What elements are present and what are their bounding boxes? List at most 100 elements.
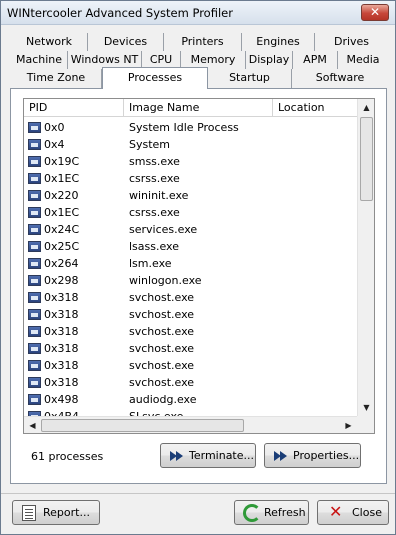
cell-pid: 0x19C — [44, 155, 80, 168]
table-row[interactable]: 0x19C smss.exe — [24, 153, 357, 170]
process-window-icon — [28, 156, 41, 167]
process-window-icon — [28, 394, 41, 405]
table-row[interactable]: 0x1EC csrss.exe — [24, 204, 357, 221]
cell-pid: 0x318 — [44, 291, 79, 304]
divider — [1, 493, 395, 494]
table-row[interactable]: 0x220 wininit.exe — [24, 187, 357, 204]
cell-pid: 0x318 — [44, 325, 79, 338]
horizontal-scroll-thumb[interactable] — [41, 419, 244, 432]
scroll-right-button[interactable]: ▶ — [340, 417, 357, 433]
process-window-icon — [28, 360, 41, 371]
tab-printers[interactable]: Printers — [164, 33, 242, 51]
process-window-icon — [28, 309, 41, 320]
cell-image-name: svchost.exe — [129, 308, 195, 321]
cell-image-name: svchost.exe — [129, 376, 195, 389]
window-close-button[interactable]: ✕ — [361, 4, 389, 21]
process-window-icon — [28, 343, 41, 354]
cell-pid: 0x1EC — [44, 206, 80, 219]
cell-image-name: smss.exe — [129, 155, 180, 168]
close-button[interactable]: ✕ Close — [317, 500, 389, 525]
tab-machine[interactable]: Machine — [11, 51, 68, 69]
table-row[interactable]: 0x318 svchost.exe — [24, 289, 357, 306]
table-row[interactable]: 0x4 System — [24, 136, 357, 153]
cell-pid: 0x1EC — [44, 172, 80, 185]
tab-display[interactable]: Display — [246, 51, 293, 69]
table-row[interactable]: 0x318 svchost.exe — [24, 323, 357, 340]
table-row[interactable]: 0x0 System Idle Process — [24, 119, 357, 136]
app-window: WINtercooler Advanced System Profiler ✕ … — [0, 0, 396, 535]
cell-pid: 0x318 — [44, 308, 79, 321]
cell-pid: 0x318 — [44, 342, 79, 355]
tab-network[interactable]: Network — [11, 33, 88, 51]
table-row[interactable]: 0x318 svchost.exe — [24, 357, 357, 374]
cell-image-name: audiodg.exe — [129, 393, 197, 406]
cell-image-name: csrss.exe — [129, 206, 180, 219]
scroll-corner — [357, 416, 374, 433]
tab-startup[interactable]: Startup — [208, 69, 292, 88]
properties-button[interactable]: Properties... — [264, 443, 361, 468]
cell-pid: 0x264 — [44, 257, 79, 270]
process-window-icon — [28, 207, 41, 218]
cell-pid: 0x498 — [44, 393, 79, 406]
table-row[interactable]: 0x1EC csrss.exe — [24, 170, 357, 187]
cell-image-name: lsass.exe — [129, 240, 179, 253]
table-row[interactable]: 0x318 svchost.exe — [24, 306, 357, 323]
column-header-location[interactable]: Location — [273, 99, 357, 117]
refresh-button[interactable]: Refresh — [234, 500, 309, 525]
cell-pid: 0x4 — [44, 138, 65, 151]
table-row[interactable]: 0x264 lsm.exe — [24, 255, 357, 272]
cell-pid: 0x24C — [44, 223, 80, 236]
column-header-pid[interactable]: PID — [24, 99, 124, 117]
terminate-button[interactable]: Terminate... — [160, 443, 256, 468]
tab-software[interactable]: Software — [292, 69, 388, 88]
vertical-scrollbar[interactable]: ▲ ▼ — [357, 99, 374, 416]
cell-pid: 0x220 — [44, 189, 79, 202]
table-row[interactable]: 0x298 winlogon.exe — [24, 272, 357, 289]
report-button[interactable]: Report... — [12, 500, 100, 525]
cell-image-name: wininit.exe — [129, 189, 189, 202]
double-arrow-icon — [274, 451, 288, 461]
cell-pid: 0x25C — [44, 240, 80, 253]
cell-image-name: System — [129, 138, 171, 151]
table-row[interactable]: 0x318 svchost.exe — [24, 374, 357, 391]
table-row[interactable]: 0x25C lsass.exe — [24, 238, 357, 255]
close-icon: ✕ — [329, 502, 343, 521]
cell-image-name: System Idle Process — [129, 121, 239, 134]
process-list[interactable]: PID Image Name Location 0x0 System Idle P… — [23, 98, 375, 434]
tab-devices[interactable]: Devices — [88, 33, 164, 51]
process-window-icon — [28, 258, 41, 269]
tab-apm[interactable]: APM — [293, 51, 338, 69]
cell-image-name: lsm.exe — [129, 257, 172, 270]
process-count: 61 processes — [31, 450, 104, 463]
properties-button-label: Properties... — [293, 449, 360, 462]
cell-pid: 0x0 — [44, 121, 65, 134]
process-window-icon — [28, 326, 41, 337]
tab-media[interactable]: Media — [338, 51, 388, 69]
table-row[interactable]: 0x498 audiodg.exe — [24, 391, 357, 408]
terminate-button-label: Terminate... — [189, 449, 255, 462]
title-bar[interactable]: WINtercooler Advanced System Profiler ✕ — [1, 1, 395, 25]
table-row[interactable]: 0x318 svchost.exe — [24, 340, 357, 357]
tab-time-zone[interactable]: Time Zone — [11, 69, 102, 88]
scroll-left-button[interactable]: ◀ — [24, 417, 41, 433]
scroll-down-button[interactable]: ▼ — [358, 399, 374, 416]
tab-engines[interactable]: Engines — [242, 33, 315, 51]
process-window-icon — [28, 292, 41, 303]
cell-image-name: services.exe — [129, 223, 198, 236]
process-window-icon — [28, 224, 41, 235]
cell-image-name: svchost.exe — [129, 291, 195, 304]
tab-drives[interactable]: Drives — [315, 33, 388, 51]
scroll-up-button[interactable]: ▲ — [358, 99, 374, 116]
cell-image-name: svchost.exe — [129, 342, 195, 355]
horizontal-scrollbar[interactable]: ◀ ▶ — [24, 416, 357, 433]
table-row[interactable]: 0x24C services.exe — [24, 221, 357, 238]
process-window-icon — [28, 190, 41, 201]
process-window-icon — [28, 377, 41, 388]
cell-pid: 0x318 — [44, 359, 79, 372]
column-header-image-name[interactable]: Image Name — [124, 99, 273, 117]
refresh-button-label: Refresh — [264, 506, 306, 519]
tab-processes[interactable]: Processes — [102, 67, 208, 89]
vertical-scroll-thumb[interactable] — [360, 117, 373, 201]
cell-image-name: winlogon.exe — [129, 274, 202, 287]
process-window-icon — [28, 122, 41, 133]
